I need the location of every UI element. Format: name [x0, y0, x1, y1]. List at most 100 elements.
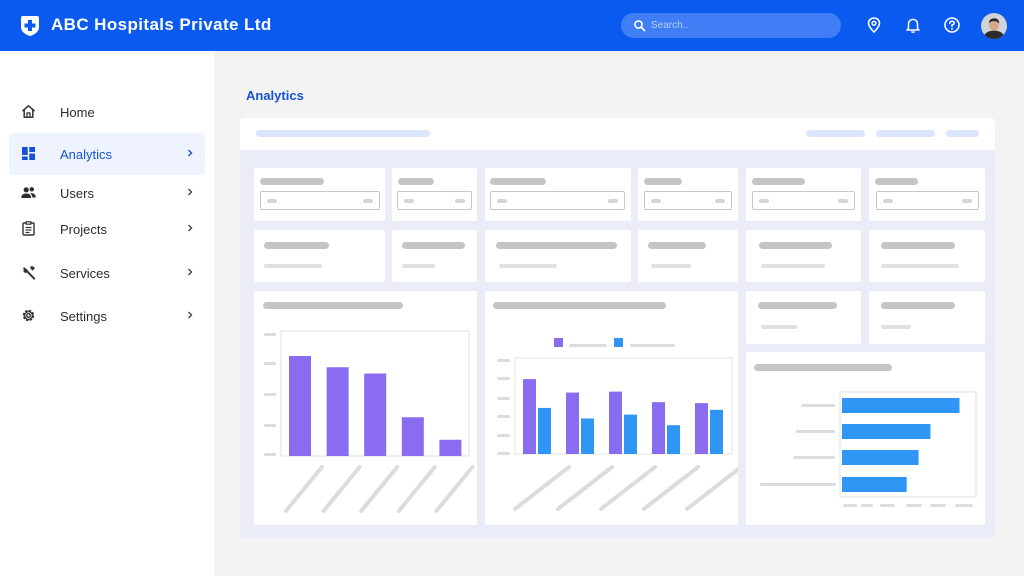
sidebar-item-settings[interactable]: Settings [9, 295, 205, 337]
bar [289, 356, 311, 456]
users-icon [21, 187, 36, 198]
filter-card [746, 168, 861, 221]
filter-card [638, 168, 738, 221]
legend-swatch [554, 338, 563, 347]
page-title: Analytics [246, 88, 304, 103]
x-tick-label [359, 465, 400, 513]
bar [364, 373, 387, 456]
filter-field[interactable] [752, 191, 855, 210]
bar [695, 403, 708, 454]
legend-label [630, 344, 675, 347]
sidebar-item-analytics[interactable]: Analytics [9, 133, 205, 175]
stat-card [869, 230, 985, 282]
sidebar: Home Analytics Users Projects Services S… [0, 51, 214, 576]
app-title: ABC Hospitals Private Ltd [51, 15, 272, 34]
clipboard-icon [22, 221, 35, 236]
y-tick-label [497, 415, 510, 418]
x-tick-label [321, 465, 362, 513]
bar [842, 477, 907, 492]
bell-icon[interactable] [904, 16, 922, 34]
sidebar-item-label: Settings [60, 309, 107, 324]
stat-card [638, 230, 738, 282]
filter-field[interactable] [397, 191, 472, 210]
search-bar[interactable] [621, 13, 841, 38]
chart-card-3 [746, 352, 985, 525]
help-icon[interactable] [943, 16, 961, 34]
y-tick-label [760, 483, 836, 486]
bar [401, 417, 424, 456]
sidebar-item-label: Services [60, 266, 110, 281]
search-input[interactable] [651, 15, 831, 36]
bar [652, 402, 665, 454]
x-tick-label [642, 465, 700, 511]
y-tick-label [264, 453, 276, 456]
y-tick-label [264, 424, 276, 427]
x-tick-label [843, 504, 857, 507]
x-tick-label [599, 465, 657, 511]
avatar[interactable] [981, 13, 1007, 39]
stat-card [746, 291, 861, 344]
horizontal-bar-chart [760, 391, 977, 507]
sidebar-item-label: Analytics [60, 147, 113, 162]
user-avatar-icon [981, 13, 1007, 39]
top-bar: ABC Hospitals Private Ltd [0, 0, 1024, 51]
y-tick-label [796, 430, 835, 433]
filter-field[interactable] [490, 191, 625, 210]
bar [609, 391, 622, 454]
bar [538, 407, 551, 454]
home-icon [22, 105, 35, 118]
filter-field[interactable] [260, 191, 380, 210]
chevron-right-icon [188, 224, 193, 232]
location-pin-icon[interactable] [865, 16, 883, 34]
bar [581, 418, 594, 454]
sidebar-item-projects[interactable]: Projects [9, 208, 205, 250]
filter-field[interactable] [644, 191, 732, 210]
bar [842, 450, 919, 465]
chart-card-1 [254, 291, 477, 525]
y-tick-label [264, 393, 276, 396]
bar [566, 392, 579, 454]
bar [667, 425, 680, 454]
filter-field[interactable] [876, 191, 979, 210]
y-tick-label [264, 362, 276, 365]
y-tick-label [801, 404, 835, 407]
bar [439, 439, 462, 456]
y-tick-label [497, 359, 510, 362]
y-tick-label [497, 377, 510, 380]
header-link-placeholder[interactable] [946, 130, 979, 137]
gear-icon [22, 309, 35, 322]
x-tick-label [685, 466, 738, 511]
filter-card [485, 168, 631, 221]
filter-card [869, 168, 985, 221]
sidebar-item-services[interactable]: Services [9, 252, 205, 294]
filter-card [392, 168, 477, 221]
bar [710, 409, 723, 454]
x-tick-label [861, 504, 873, 507]
x-tick-label [930, 504, 946, 507]
sidebar-item-home[interactable]: Home [9, 91, 205, 133]
x-tick-label [880, 504, 895, 507]
hospital-cross-shield-icon [21, 16, 39, 36]
y-tick-label [497, 397, 510, 400]
sidebar-item-label: Users [60, 186, 94, 201]
sidebar-item-label: Projects [60, 222, 107, 237]
bar [326, 367, 349, 456]
chevron-right-icon [188, 188, 193, 196]
header-placeholder [256, 130, 430, 137]
bar [842, 398, 960, 413]
chevron-right-icon [188, 311, 193, 319]
stat-card [485, 230, 631, 282]
stat-card [746, 230, 861, 282]
x-tick-label [556, 465, 614, 511]
grouped-bar-chart [497, 338, 738, 511]
bar [624, 414, 637, 454]
wrench-icon [23, 266, 36, 280]
stat-card [254, 230, 385, 282]
header-link-placeholder[interactable] [806, 130, 865, 137]
x-tick-label [906, 504, 922, 507]
header-link-placeholder[interactable] [876, 130, 935, 137]
bar-chart [264, 330, 475, 513]
chevron-right-icon [188, 268, 193, 276]
legend-label [569, 344, 607, 347]
x-tick-label [284, 465, 324, 513]
